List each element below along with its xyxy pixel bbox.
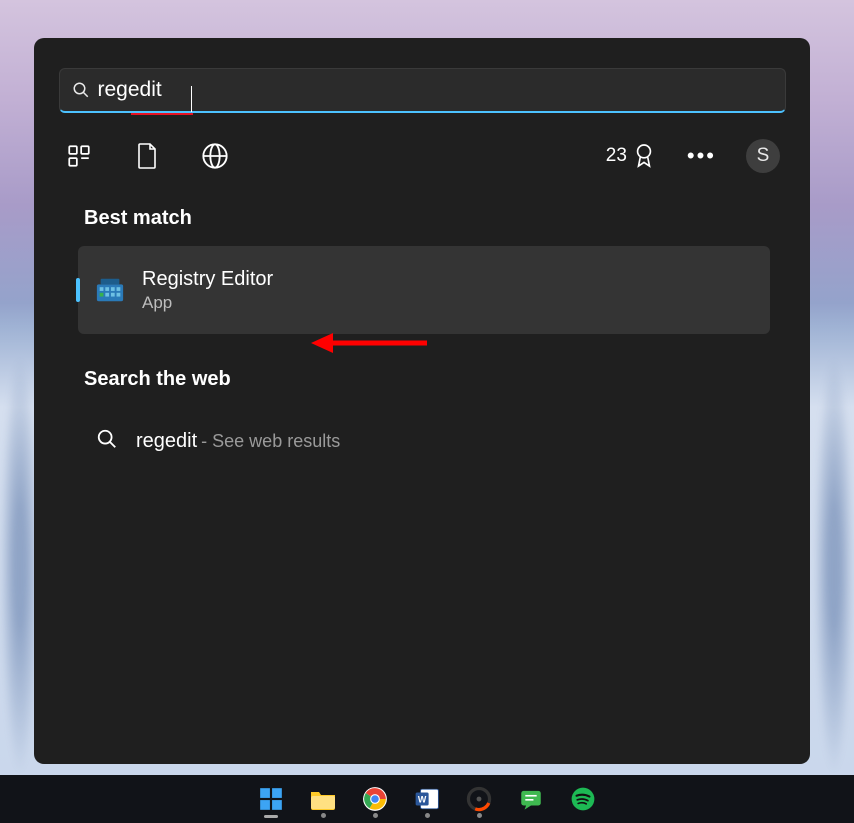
chrome-button[interactable] [355,779,395,819]
search-icon [96,428,118,455]
web-search-result[interactable]: regedit - See web results [78,411,770,471]
result-subtitle: App [142,293,273,313]
rewards-badge[interactable]: 23 [606,143,655,169]
desktop-tree-decoration [814,355,854,775]
search-box[interactable] [59,68,786,113]
medal-icon [633,143,655,169]
start-button[interactable] [251,779,291,819]
selection-indicator [76,278,80,302]
filter-documents-icon[interactable] [132,141,162,171]
avatar-initial: S [757,145,770,167]
search-input[interactable] [98,78,773,102]
file-explorer-button[interactable] [303,779,343,819]
svg-text:W: W [418,794,427,804]
taskbar: W [0,775,854,823]
registry-editor-icon [94,274,126,306]
filter-apps-icon[interactable] [64,141,94,171]
web-search-suffix: - See web results [201,431,340,452]
result-title: Registry Editor [142,268,273,291]
spotify-button[interactable] [563,779,603,819]
spellcheck-underline [131,113,193,115]
search-icon [72,81,90,99]
start-search-panel: 23 ••• S Best match [34,38,810,764]
more-options-icon[interactable]: ••• [687,143,716,169]
best-match-result[interactable]: Registry Editor App [78,246,770,334]
word-button[interactable]: W [407,779,447,819]
section-best-match-label: Best match [84,207,786,230]
web-search-term: regedit [136,430,197,453]
rewards-points: 23 [606,145,627,167]
text-cursor [191,86,192,112]
user-avatar[interactable]: S [746,139,780,173]
chat-app-button[interactable] [511,779,551,819]
filter-row: 23 ••• S [58,139,786,173]
section-search-web-label: Search the web [84,368,786,391]
filter-web-icon[interactable] [200,141,230,171]
app-circle-button[interactable] [459,779,499,819]
